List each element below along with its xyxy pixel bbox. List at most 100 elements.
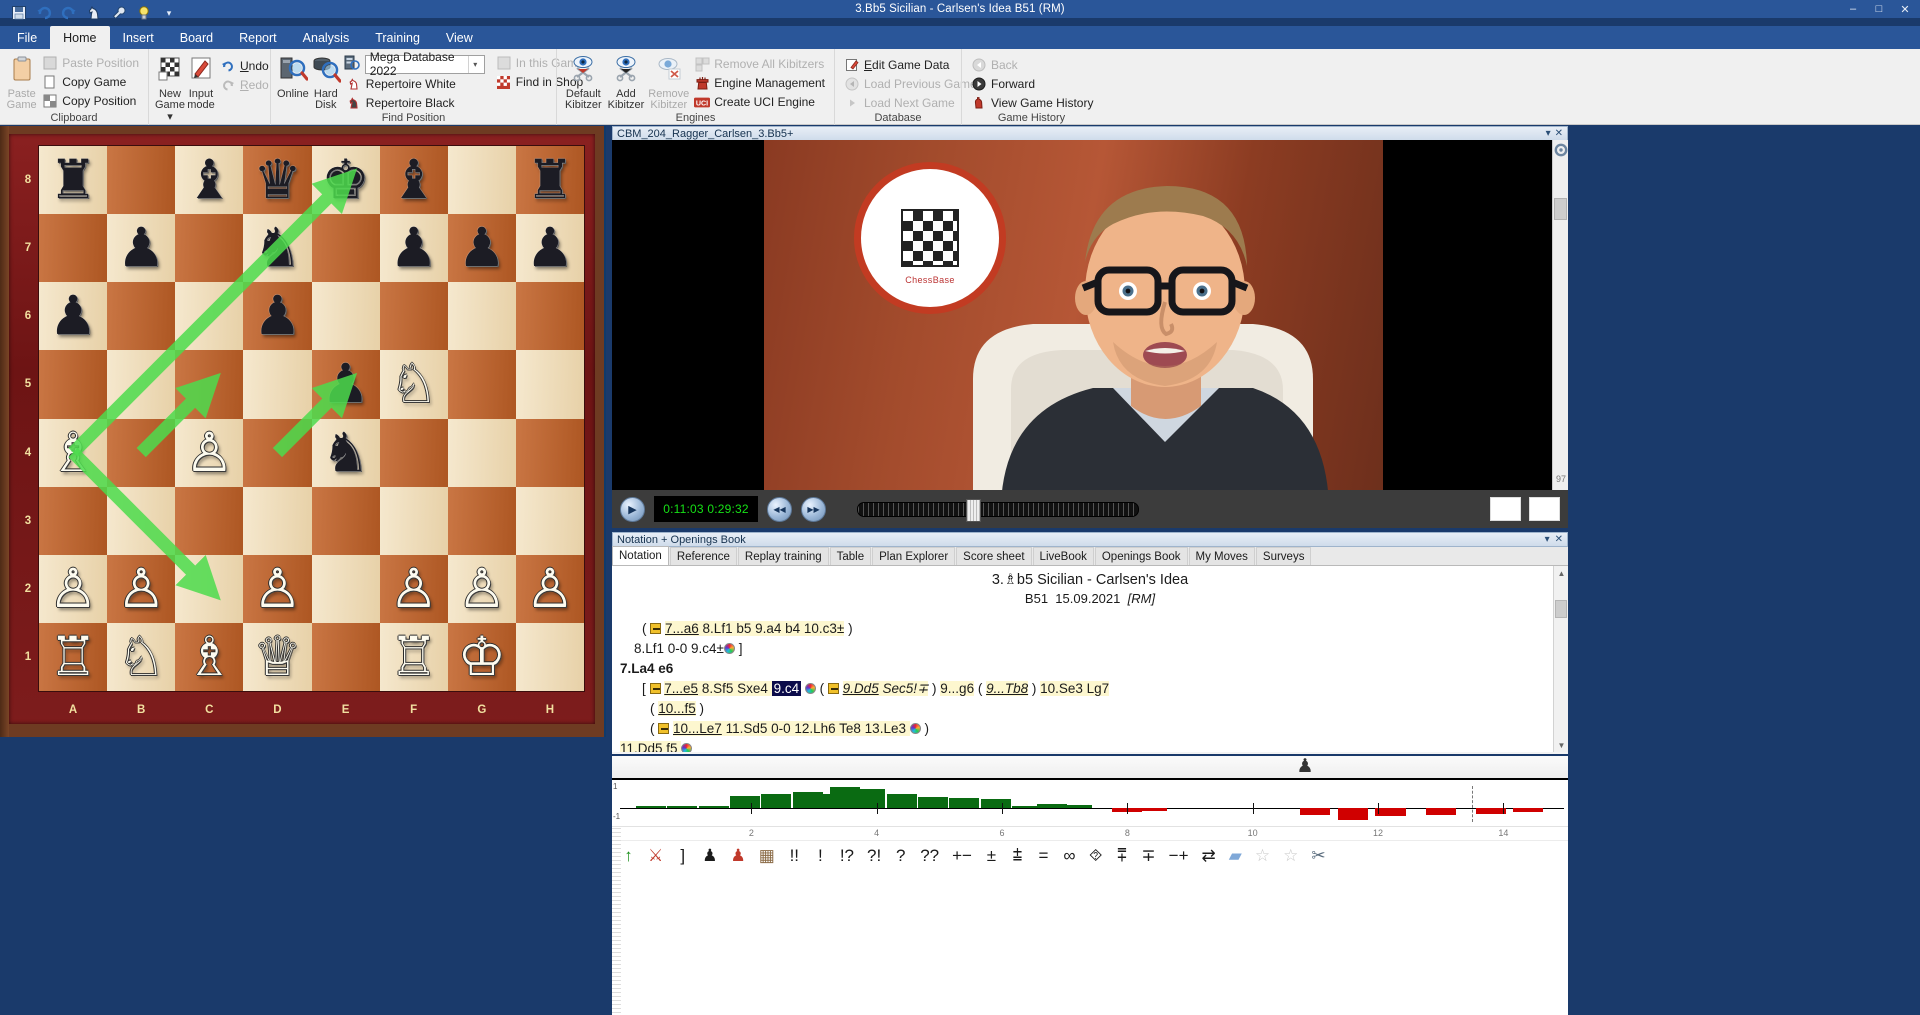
square-d7[interactable]: ♞ — [243, 214, 311, 282]
load-next-game-button[interactable]: Load Next Game — [841, 94, 980, 112]
paste-position-button[interactable]: Paste Position — [39, 54, 142, 72]
piece-black-p-d6[interactable]: ♟ — [243, 282, 311, 350]
square-d4[interactable] — [243, 419, 311, 487]
square-d5[interactable] — [243, 350, 311, 418]
square-g4[interactable] — [448, 419, 516, 487]
piece-black-r-a8[interactable]: ♜ — [39, 146, 107, 214]
load-previous-game-button[interactable]: Load Previous Game — [841, 75, 980, 93]
notation-collapse-icon[interactable]: ▾ — [1545, 534, 1550, 545]
move-text[interactable]: 11.Dd5 f5 — [620, 741, 681, 752]
black-better-icon[interactable]: ∓ — [1141, 846, 1155, 866]
forward-button[interactable]: Forward — [968, 75, 1096, 93]
move-link[interactable]: 7...e5 — [664, 681, 698, 696]
black-winning-icon[interactable]: −+ — [1169, 846, 1189, 866]
maximize-button[interactable]: □ — [1866, 0, 1892, 18]
square-a4[interactable]: ♗ — [39, 419, 107, 487]
move-text[interactable]: 8.Lf1 b5 9.a4 b4 10.c3± — [699, 621, 845, 636]
redo-icon[interactable] — [58, 2, 80, 24]
square-d2[interactable]: ♙ — [243, 555, 311, 623]
square-e6[interactable] — [312, 282, 380, 350]
piece-white-p-c4[interactable]: ♙ — [175, 419, 243, 487]
piece-black-b-c8[interactable]: ♝ — [175, 146, 243, 214]
notation-tab-plan-explorer[interactable]: Plan Explorer — [872, 547, 955, 565]
notation-scroll-thumb[interactable] — [1555, 600, 1567, 618]
square-h3[interactable] — [516, 487, 584, 555]
save-icon[interactable] — [8, 2, 30, 24]
square-e8[interactable]: ♚ — [312, 146, 380, 214]
square-e5[interactable]: ♟ — [312, 350, 380, 418]
piece-white-p-b2[interactable]: ♙ — [107, 555, 175, 623]
online-button[interactable]: Online — [277, 53, 309, 100]
engine-management-button[interactable]: Engine Management — [691, 74, 828, 92]
notation-close-icon[interactable]: ✕ — [1555, 534, 1563, 545]
colorwheel-icon[interactable] — [805, 683, 816, 694]
move-link[interactable]: 9...Tb8 — [986, 681, 1028, 696]
good-move-icon[interactable]: ! — [814, 846, 827, 866]
square-b4[interactable] — [107, 419, 175, 487]
square-a1[interactable]: ♖ — [39, 623, 107, 691]
video-close-icon[interactable]: ✕ — [1555, 128, 1563, 139]
square-b3[interactable] — [107, 487, 175, 555]
square-d8[interactable]: ♛ — [243, 146, 311, 214]
notation-scrollbar[interactable]: ▲ ▼ — [1553, 566, 1568, 752]
square-f4[interactable] — [380, 419, 448, 487]
notation-tab-table[interactable]: Table — [830, 547, 872, 565]
pieces-icon[interactable]: ▦ — [759, 846, 775, 866]
white-better-icon[interactable]: ± — [985, 846, 998, 866]
blunder-icon[interactable]: ?? — [920, 846, 939, 866]
move-link[interactable]: 9.Dd5 — [843, 681, 879, 696]
square-c6[interactable] — [175, 282, 243, 350]
square-a7[interactable] — [39, 214, 107, 282]
square-c5[interactable] — [175, 350, 243, 418]
square-f7[interactable]: ♟ — [380, 214, 448, 282]
variation-marker-icon[interactable] — [650, 623, 661, 634]
piece-white-r-a1[interactable]: ♖ — [39, 623, 107, 691]
dubious-icon[interactable]: ?! — [867, 846, 881, 866]
square-e2[interactable] — [312, 555, 380, 623]
selected-move[interactable]: 9.c4 — [772, 681, 802, 696]
square-a5[interactable] — [39, 350, 107, 418]
piece-white-n-f5[interactable]: ♘ — [380, 350, 448, 418]
square-c4[interactable]: ♙ — [175, 419, 243, 487]
square-g8[interactable] — [448, 146, 516, 214]
swap-icon[interactable]: ⇄ — [1202, 846, 1216, 866]
play-button[interactable]: ▶ — [620, 497, 645, 522]
evaluation-graph[interactable]: 1-1 — [612, 780, 1568, 826]
move-text[interactable]: 10.Se3 Lg7 — [1040, 681, 1109, 696]
move-text[interactable]: Sec5!∓ — [879, 681, 929, 696]
piece-black-q-d8[interactable]: ♛ — [243, 146, 311, 214]
compensation-icon[interactable]: ⯑ — [1089, 846, 1102, 866]
move-line[interactable]: [ 7...e5 8.Sf5 Sxe4 9.c4 ( 9.Dd5 Sec5!∓ … — [620, 679, 1568, 699]
video-size-button-2[interactable] — [1529, 497, 1560, 521]
copy-position-button[interactable]: Copy Position — [39, 92, 142, 110]
square-a8[interactable]: ♜ — [39, 146, 107, 214]
square-h2[interactable]: ♙ — [516, 555, 584, 623]
black-slight-icon[interactable]: ⩱ — [1115, 846, 1128, 866]
square-c8[interactable]: ♝ — [175, 146, 243, 214]
remove-kibitzer-button[interactable]: RemoveKibitzer — [648, 53, 689, 112]
notation-tab-reference[interactable]: Reference — [670, 547, 737, 565]
brilliant-icon[interactable]: !! — [788, 846, 801, 866]
square-h4[interactable] — [516, 419, 584, 487]
black-piece-icon[interactable]: ♟ — [702, 846, 717, 866]
piece-white-p-f2[interactable]: ♙ — [380, 555, 448, 623]
chevron-down-icon[interactable]: ▾ — [468, 56, 482, 73]
square-f3[interactable] — [380, 487, 448, 555]
square-d3[interactable] — [243, 487, 311, 555]
move-link[interactable]: 10...Le7 — [673, 721, 722, 736]
video-viewport[interactable]: ChessBase — [612, 140, 1568, 504]
redo-button[interactable]: Redo — [217, 76, 272, 94]
square-e3[interactable] — [312, 487, 380, 555]
piece-white-b-a4[interactable]: ♗ — [39, 419, 107, 487]
notation-scroll-up-icon[interactable]: ▲ — [1554, 566, 1568, 580]
move-text[interactable]: 9...g6 — [940, 681, 974, 696]
tab-insert[interactable]: Insert — [110, 26, 167, 49]
video-collapse-icon[interactable]: ▾ — [1546, 128, 1551, 139]
piece-black-p-a6[interactable]: ♟ — [39, 282, 107, 350]
piece-black-b-f8[interactable]: ♝ — [380, 146, 448, 214]
piece-black-p-f7[interactable]: ♟ — [380, 214, 448, 282]
move-text[interactable]: 8.Sf5 Sxe4 — [698, 681, 772, 696]
square-d1[interactable]: ♕ — [243, 623, 311, 691]
notation-tab-openings-book[interactable]: Openings Book — [1095, 547, 1188, 565]
star-icon[interactable]: ☆ — [1255, 846, 1270, 866]
